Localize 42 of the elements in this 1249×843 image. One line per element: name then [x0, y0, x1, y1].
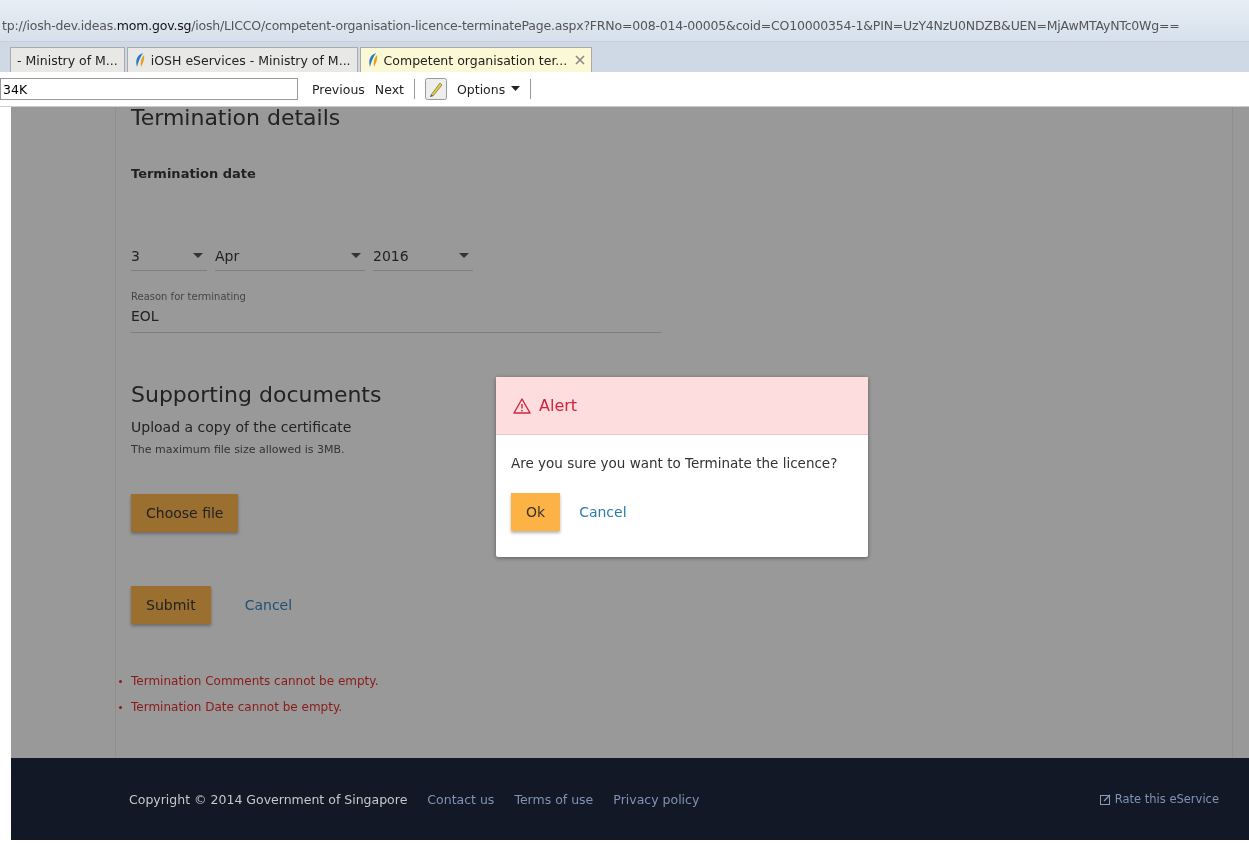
section-heading: Supporting documents	[131, 382, 382, 407]
caret-icon	[511, 86, 521, 92]
address-bar[interactable]: tp://iosh-dev.ideas.mom.gov.sg/iosh/LICCO/competent-organisation-licence-terminatePage.aspx?FRNo=008-014-00005&coid=CO10000354-1&PIN=UzY4NzU0NDZB&UEN=MjAwMTAyNTc0Wg==	[0, 0, 1249, 42]
field-label: Termination date	[131, 166, 257, 181]
cancel-link[interactable]: Cancel	[579, 504, 627, 520]
url-text: tp://iosh-dev.ideas.mom.gov.sg/iosh/LICCO/competent-organisation-licence-terminatePage.aspx?FRNo=008-014-00005&coid=CO10000354-1&PIN=UzY4NzU0NDZB&UEN=MjAwMTAyNTc0Wg==	[2, 18, 1180, 33]
browser-tab[interactable]: - Ministry of M...	[10, 47, 125, 72]
footer-link[interactable]: Terms of use	[514, 791, 594, 807]
footer-link[interactable]: Contact us	[427, 791, 495, 807]
rate-link[interactable]: Rate this eService	[1099, 792, 1219, 806]
dialog-title: Alert	[539, 396, 578, 415]
section-heading: Termination details	[131, 105, 341, 130]
ok-button[interactable]: Ok	[511, 493, 561, 531]
options-button[interactable]: Options	[456, 81, 521, 97]
caret-icon	[193, 253, 203, 258]
date-select[interactable]: 3	[131, 241, 207, 271]
submit-button[interactable]: Submit	[131, 586, 211, 624]
bullet-icon	[119, 705, 122, 709]
error-message: Termination Date cannot be empty.	[131, 700, 343, 714]
error-message: Termination Comments cannot be empty.	[131, 674, 379, 688]
caret-icon	[351, 253, 361, 258]
find-button[interactable]: Next	[374, 81, 404, 97]
find-field[interactable]: 34K	[0, 78, 298, 100]
highlighter-icon[interactable]	[424, 78, 447, 100]
upload-label: Upload a copy of the certificate	[131, 419, 352, 435]
footer-link[interactable]: Privacy policy	[613, 791, 700, 807]
browser-tab[interactable]: Competent organisation ter...	[359, 47, 592, 72]
bullet-icon	[119, 679, 122, 683]
reason-field[interactable]: Reason for terminating EOL	[131, 291, 661, 333]
size-note: The maximum file size allowed is 3MB.	[131, 443, 345, 456]
find-button[interactable]: Previous	[312, 81, 365, 97]
date-select[interactable]: 2016	[373, 241, 473, 271]
date-select[interactable]: Apr	[215, 241, 365, 271]
choose-file-button[interactable]: Choose file	[131, 494, 239, 532]
dialog-message: Are you sure you want to Terminate the licence?	[511, 455, 839, 471]
caret-icon	[459, 253, 469, 258]
browser-tab[interactable]: iOSH eServices - Ministry of M...	[126, 47, 358, 72]
edit-icon	[1099, 793, 1111, 805]
close-icon[interactable]	[574, 55, 585, 65]
cancel-link[interactable]: Cancel	[244, 597, 293, 613]
copyright-text: Copyright © 2014 Government of Singapore	[129, 791, 408, 807]
warning-icon	[513, 397, 531, 414]
